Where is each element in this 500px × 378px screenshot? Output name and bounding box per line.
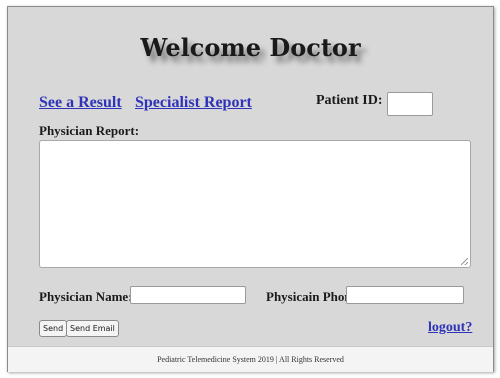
physician-phone-input[interactable]: [346, 286, 464, 304]
main-panel: Welcome Doctor See a Result Specialist R…: [7, 6, 494, 372]
page-title: Welcome Doctor: [140, 33, 361, 62]
resize-grip-icon[interactable]: [461, 258, 468, 265]
physician-report-textarea[interactable]: [39, 140, 471, 268]
patient-id-input[interactable]: [387, 92, 433, 116]
send-email-button[interactable]: Send Email: [66, 320, 119, 337]
send-button[interactable]: Send: [39, 320, 68, 337]
footer: Pediatric Telemedicine System 2019 | All…: [8, 346, 493, 372]
specialist-report-link[interactable]: Specialist Report: [135, 94, 252, 112]
logout-link[interactable]: logout?: [428, 320, 472, 336]
physician-name-input[interactable]: [130, 286, 246, 304]
see-result-link[interactable]: See a Result: [39, 94, 122, 112]
footer-text: Pediatric Telemedicine System 2019 | All…: [157, 355, 344, 364]
physician-report-label: Physician Report:: [39, 123, 140, 138]
patient-id-label: Patient ID:: [316, 93, 383, 108]
physician-name-label: Physician Name:: [39, 289, 133, 304]
